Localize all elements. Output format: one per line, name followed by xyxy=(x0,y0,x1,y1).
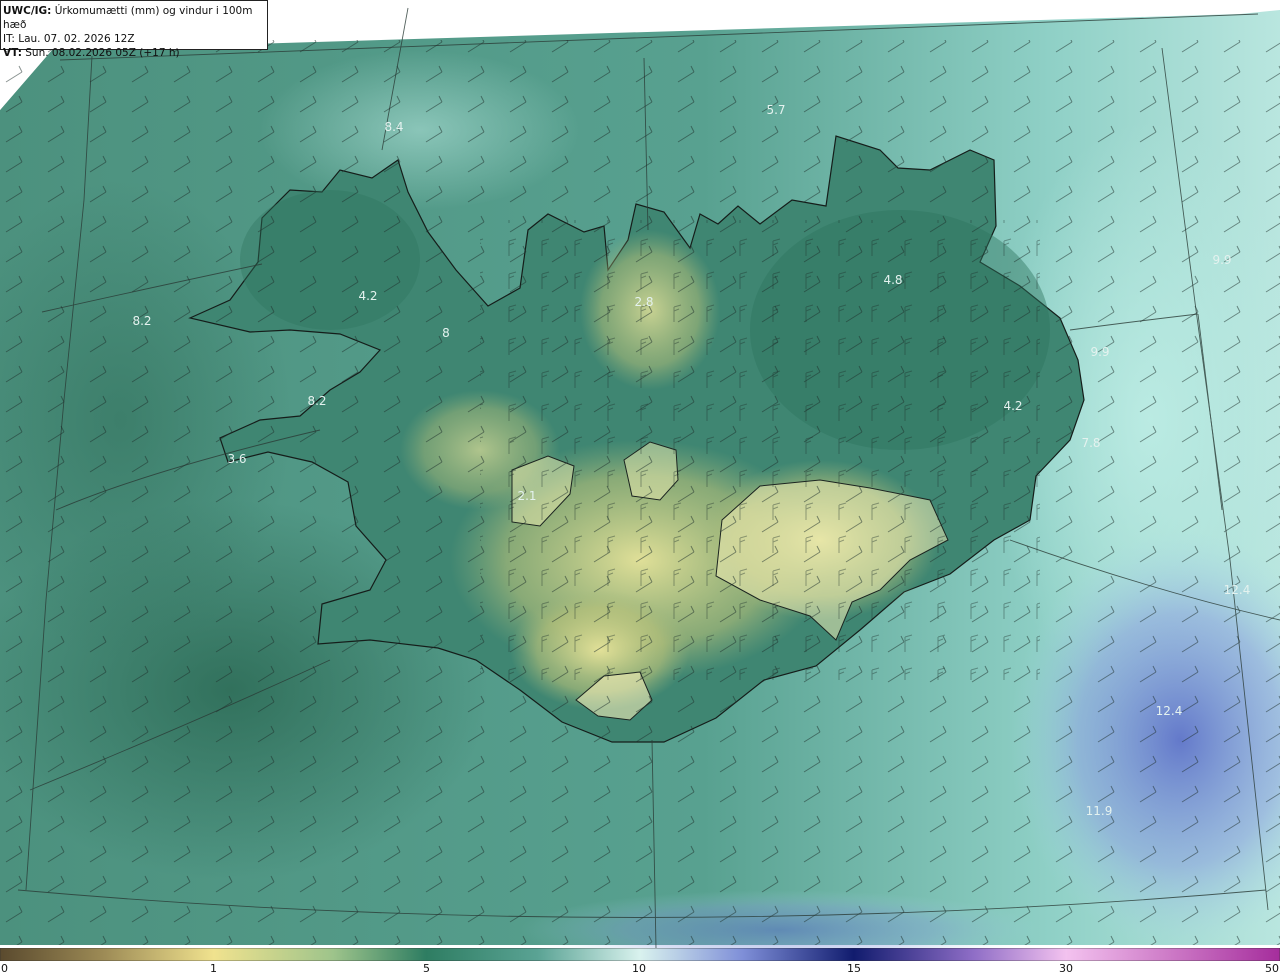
precipitation-colorbar xyxy=(0,948,1280,961)
colorbar-tick-50: 50 xyxy=(1265,962,1279,975)
value-label: 5.7 xyxy=(766,103,785,117)
valid-time: Sun. 08.02.2026 05Z (+17 h) xyxy=(25,47,180,59)
value-label: 12.4 xyxy=(1224,583,1251,597)
value-label: 4.2 xyxy=(1003,399,1022,413)
value-label: 4.8 xyxy=(883,273,902,287)
value-label: 8 xyxy=(442,326,450,340)
value-label: 4.2 xyxy=(358,289,377,303)
value-label: 9.9 xyxy=(1090,345,1109,359)
value-label: 9.9 xyxy=(1212,253,1231,267)
colorbar-tick-10: 10 xyxy=(632,962,646,975)
value-label: 12.4 xyxy=(1156,704,1183,718)
wind-barbs-inland xyxy=(480,220,1040,680)
value-label: 7.8 xyxy=(1081,436,1100,450)
model-name: UWC/IG: xyxy=(3,5,52,17)
colorbar-tick-30: 30 xyxy=(1059,962,1073,975)
map-title-box: UWC/IG: Úrkomumætti (mm) og vindur i 100… xyxy=(0,0,268,59)
value-label: 2.8 xyxy=(634,295,653,309)
colorbar-tick-0: 0 xyxy=(1,962,8,975)
colorbar-tick-15: 15 xyxy=(847,962,861,975)
value-label: 2.1 xyxy=(517,489,536,503)
value-label: 8.2 xyxy=(307,394,326,408)
colorbar-tick-1: 1 xyxy=(210,962,217,975)
value-label: 3.6 xyxy=(227,452,246,466)
value-label: 11.9 xyxy=(1086,804,1113,818)
initial-time: IT: Lau. 07. 02. 2026 12Z xyxy=(3,33,135,45)
value-label: 8.4 xyxy=(384,120,403,134)
colorbar-tick-5: 5 xyxy=(423,962,430,975)
value-label: 8.2 xyxy=(132,314,151,328)
valid-time-prefix: VT: xyxy=(3,47,22,59)
precipitation-wind-map: 5.7 8.4 4.2 8.2 2.8 4.8 9.9 9.9 4.2 7.8 8.2 3.6 2.1 8… xyxy=(0,0,1280,948)
